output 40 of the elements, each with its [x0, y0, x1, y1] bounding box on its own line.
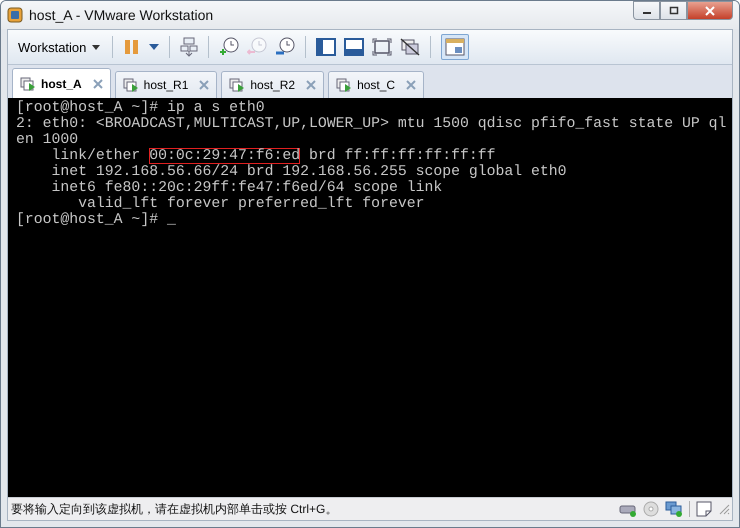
console-line: valid_lft forever preferred_lft forever — [77, 196, 426, 212]
view-button[interactable] — [441, 34, 470, 60]
vm-icon — [20, 76, 36, 92]
vm-tab[interactable]: host_R2 — [221, 71, 324, 98]
vm-tab[interactable]: host_R1 — [114, 71, 218, 98]
resize-grip-icon[interactable] — [718, 503, 730, 515]
clock-icon[interactable] — [219, 37, 240, 57]
console-line: 2: eth0: <BROADCAST,MULTICAST,UP,LOWER_UP> mtu 1500 qdisc pfifo_fast state UP ql — [16, 116, 728, 132]
console-line: en 1000 — [16, 132, 80, 148]
close-button[interactable] — [687, 1, 733, 20]
console-screen[interactable] — [8, 98, 732, 497]
console-line: link/ether 00:0c:29:47:f6:ed brd ff:ff:ff:ff:ff:ff — [50, 148, 497, 164]
console-icon[interactable] — [344, 38, 364, 56]
close-icon[interactable] — [92, 78, 103, 88]
vm-icon — [122, 77, 139, 93]
app-icon — [7, 7, 23, 23]
unity-icon[interactable] — [400, 38, 420, 56]
maximize-button[interactable] — [660, 1, 687, 20]
caret-icon — [92, 44, 100, 50]
sidebar-icon[interactable] — [316, 38, 336, 56]
console-line: inet6 fe80::20c:29ff:fe47:f6ed/64 scope link — [50, 180, 444, 196]
network-icon[interactable] — [180, 37, 198, 57]
clock-icon[interactable] — [275, 37, 296, 57]
vm-icon — [229, 77, 246, 93]
window-title: host_A - VMware Workstation — [29, 7, 214, 23]
status-message: 要将输入定向到该虚拟机，请在虚拟机内部单击或按 Ctrl+G。 — [11, 500, 338, 518]
maximize-icon — [668, 6, 678, 15]
console-line: [root@host_A ~]# _ — [16, 212, 177, 228]
close-icon — [705, 6, 715, 16]
fullscreen-icon[interactable] — [372, 38, 392, 56]
vm-icon — [336, 77, 352, 93]
vm-tab[interactable]: host_C — [328, 71, 424, 98]
workstation-menu[interactable]: Workstation — [16, 40, 102, 54]
dropdown-icon[interactable] — [149, 44, 160, 50]
vm-tab[interactable]: host_A — [12, 68, 111, 98]
network-icon[interactable] — [665, 501, 683, 517]
console-line: inet 192.168.56.66/24 brd 192.168.56.255 scope global eth0 — [50, 164, 568, 180]
note-icon[interactable] — [696, 501, 712, 517]
console-line: [root@host_A ~]# ip a s eth0 — [16, 100, 266, 116]
minimize-button[interactable] — [633, 1, 660, 20]
